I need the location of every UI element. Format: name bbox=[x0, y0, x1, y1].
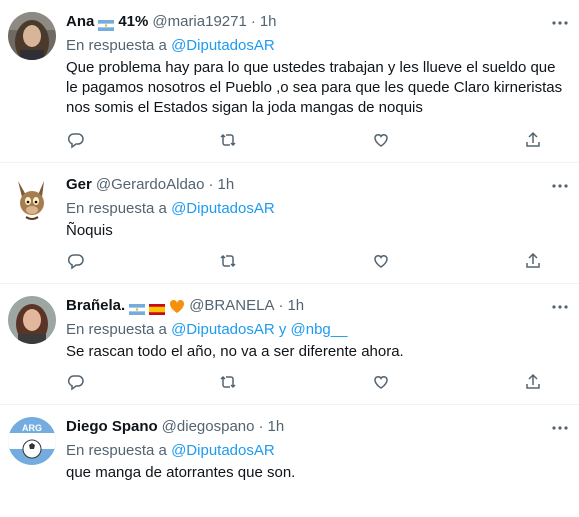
reply-context: En respuesta a @DiputadosAR y @nbg__ bbox=[66, 320, 567, 340]
like-icon[interactable] bbox=[371, 251, 391, 271]
separator-dot: · bbox=[208, 176, 214, 193]
mention-link[interactable]: @DiputadosAR y @nbg__ bbox=[171, 321, 347, 338]
avatar[interactable] bbox=[8, 296, 56, 344]
reply-context: En respuesta a @DiputadosAR bbox=[66, 199, 567, 219]
share-icon[interactable] bbox=[523, 130, 543, 150]
share-icon[interactable] bbox=[523, 372, 543, 392]
replies-feed: Ana 41% @maria19271 · 1h En respuesta a … bbox=[0, 0, 579, 517]
tweet-text-line: Que problema hay para lo que ustedes tra… bbox=[66, 59, 556, 76]
handle[interactable]: @BRANELA bbox=[189, 296, 274, 316]
share-icon[interactable] bbox=[523, 251, 543, 271]
handle[interactable]: @GerardoAldao bbox=[96, 175, 205, 195]
separator-dot: · bbox=[250, 13, 256, 30]
reply-icon[interactable] bbox=[66, 372, 86, 392]
mention-link[interactable]: @DiputadosAR bbox=[171, 200, 275, 217]
more-options-icon[interactable] bbox=[551, 298, 569, 316]
tweet[interactable]: Brañela. @BRANELA · 1h En respuesta a @D… bbox=[0, 284, 579, 405]
display-name[interactable]: Ana bbox=[66, 12, 94, 32]
avatar-badge-text: ARG bbox=[22, 423, 42, 433]
separator-dot: · bbox=[278, 297, 284, 314]
avatar[interactable]: ARG bbox=[8, 417, 56, 465]
mention-link[interactable]: @DiputadosAR bbox=[171, 442, 275, 459]
display-name[interactable]: Ger bbox=[66, 175, 92, 195]
spain-flag-icon bbox=[149, 301, 166, 315]
timestamp[interactable]: 1h bbox=[287, 296, 304, 316]
retweet-icon[interactable] bbox=[218, 130, 238, 150]
name-extra: 41% bbox=[118, 13, 149, 30]
tweet-text-line: Ñoquis bbox=[66, 222, 113, 239]
retweet-icon[interactable] bbox=[218, 372, 238, 392]
avatar[interactable] bbox=[8, 12, 56, 60]
reply-context: En respuesta a @DiputadosAR bbox=[66, 441, 567, 461]
reply-prefix: En respuesta a bbox=[66, 321, 167, 338]
reply-prefix: En respuesta a bbox=[66, 200, 167, 217]
timestamp[interactable]: 1h bbox=[267, 417, 284, 437]
tweet-text-line: le pagamos nosotros el Pueblo ,o sea par… bbox=[66, 79, 563, 96]
handle[interactable]: @maria19271 bbox=[152, 12, 246, 32]
tweet[interactable]: ARG Diego Spano @diegospano · 1h En resp… bbox=[0, 405, 579, 517]
orange-heart-icon bbox=[169, 299, 185, 314]
reply-context: En respuesta a @DiputadosAR bbox=[66, 36, 567, 56]
reply-prefix: En respuesta a bbox=[66, 37, 167, 54]
avatar[interactable] bbox=[8, 175, 56, 223]
like-icon[interactable] bbox=[371, 130, 391, 150]
tweet-text: Que problema hay para lo que ustedes tra… bbox=[66, 58, 567, 118]
reply-prefix: En respuesta a bbox=[66, 442, 167, 459]
separator-dot: · bbox=[258, 418, 264, 435]
tweet-text-line: que manga de atorrantes que son. bbox=[66, 464, 296, 481]
reply-icon[interactable] bbox=[66, 130, 86, 150]
tweet[interactable]: Ana 41% @maria19271 · 1h En respuesta a … bbox=[0, 0, 579, 163]
tweet[interactable]: Ger @GerardoAldao · 1h En respuesta a @D… bbox=[0, 163, 579, 284]
tweet-text: que manga de atorrantes que son. bbox=[66, 463, 567, 483]
more-options-icon[interactable] bbox=[551, 177, 569, 195]
display-name[interactable]: Diego Spano bbox=[66, 417, 158, 437]
more-options-icon[interactable] bbox=[551, 419, 569, 437]
display-name[interactable]: Brañela. bbox=[66, 296, 125, 316]
tweet-text-line: Se rascan todo el año, no va a ser difer… bbox=[66, 343, 404, 360]
argentina-flag-icon bbox=[98, 17, 115, 31]
mention-link[interactable]: @DiputadosAR bbox=[171, 37, 275, 54]
retweet-icon[interactable] bbox=[218, 251, 238, 271]
timestamp[interactable]: 1h bbox=[217, 175, 234, 195]
reply-icon[interactable] bbox=[66, 251, 86, 271]
argentina-flag-icon bbox=[129, 301, 146, 315]
more-options-icon[interactable] bbox=[551, 14, 569, 32]
tweet-text: Ñoquis bbox=[66, 221, 567, 241]
tweet-text: Se rascan todo el año, no va a ser difer… bbox=[66, 342, 567, 362]
handle[interactable]: @diegospano bbox=[162, 417, 255, 437]
tweet-text-line: nos somis el Estados sigan la joda manga… bbox=[66, 99, 423, 116]
like-icon[interactable] bbox=[371, 372, 391, 392]
timestamp[interactable]: 1h bbox=[260, 12, 277, 32]
